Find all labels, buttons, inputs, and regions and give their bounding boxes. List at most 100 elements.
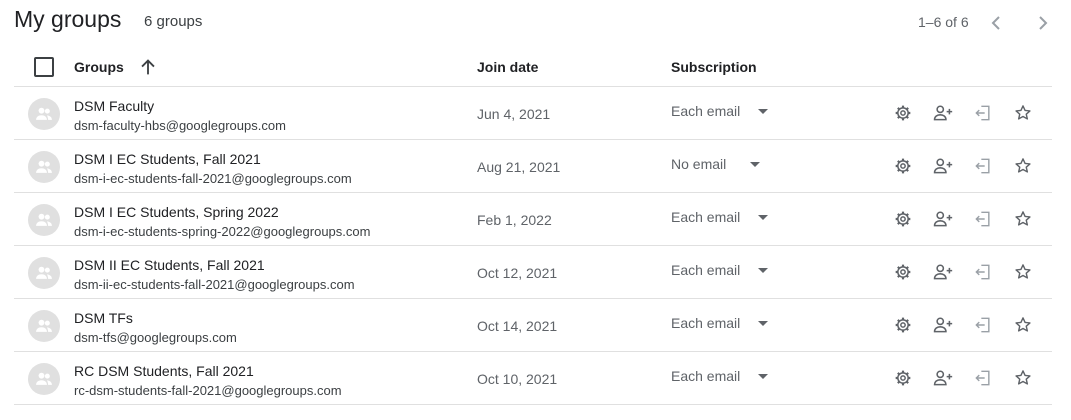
group-icon (36, 266, 52, 279)
add-members-button[interactable] (931, 207, 955, 231)
leave-group-button[interactable] (971, 366, 995, 390)
dropdown-arrow-icon (758, 267, 769, 273)
subscription-value: Each email (671, 368, 741, 384)
join-date: Jun 4, 2021 (477, 106, 551, 122)
settings-button[interactable] (891, 366, 915, 390)
star-button[interactable] (1011, 101, 1035, 125)
gear-icon (895, 370, 911, 386)
table-header: Groups Join date Subscription (14, 42, 1052, 87)
group-avatar (28, 151, 60, 183)
subscription-dropdown[interactable]: No email (671, 152, 761, 176)
select-all-checkbox[interactable] (34, 57, 54, 77)
group-name[interactable]: DSM II EC Students, Fall 2021 (74, 257, 265, 273)
join-date-column-header[interactable]: Join date (477, 59, 538, 75)
subscription-dropdown[interactable]: Each email (671, 205, 769, 229)
star-button[interactable] (1011, 154, 1035, 178)
arrow-upward-icon[interactable] (137, 56, 159, 78)
join-date: Oct 12, 2021 (477, 265, 558, 281)
group-avatar (28, 204, 60, 236)
exit-icon (975, 370, 990, 386)
table-row[interactable]: DSM II EC Students, Fall 2021 dsm-ii-ec-… (14, 246, 1052, 299)
group-avatar (28, 363, 60, 395)
group-email: dsm-faculty-hbs@googlegroups.com (74, 118, 286, 133)
groups-table: Groups Join date Subscription DSM Facult… (14, 42, 1052, 405)
table-row[interactable]: RC DSM Students, Fall 2021 rc-dsm-studen… (14, 352, 1052, 405)
add-members-button[interactable] (931, 313, 955, 337)
groups-column-header[interactable]: Groups (74, 59, 124, 75)
settings-button[interactable] (891, 154, 915, 178)
join-date: Oct 10, 2021 (477, 371, 558, 387)
table-body: DSM Faculty dsm-faculty-hbs@googlegroups… (14, 87, 1052, 405)
gear-icon (895, 158, 911, 174)
settings-button[interactable] (891, 313, 915, 337)
table-row[interactable]: DSM I EC Students, Spring 2022 dsm-i-ec-… (14, 193, 1052, 246)
gear-icon (895, 264, 911, 280)
person-add-icon (933, 264, 953, 280)
dropdown-arrow-icon (750, 161, 761, 167)
person-add-icon (933, 158, 953, 174)
leave-group-button[interactable] (971, 207, 995, 231)
group-name[interactable]: DSM I EC Students, Spring 2022 (74, 204, 279, 220)
settings-button[interactable] (891, 260, 915, 284)
leave-group-button[interactable] (971, 154, 995, 178)
star-outline-icon (1015, 370, 1031, 385)
person-add-icon (933, 105, 953, 121)
gear-icon (895, 317, 911, 333)
group-name[interactable]: RC DSM Students, Fall 2021 (74, 363, 254, 379)
group-icon (36, 372, 52, 385)
dropdown-arrow-icon (758, 373, 769, 379)
subscription-value: No email (671, 156, 727, 172)
subscription-dropdown[interactable]: Each email (671, 364, 769, 388)
star-button[interactable] (1011, 313, 1035, 337)
subscription-dropdown[interactable]: Each email (671, 311, 769, 335)
person-add-icon (933, 211, 953, 227)
pagination-label: 1–6 of 6 (918, 14, 969, 30)
group-icon (36, 107, 52, 120)
table-row[interactable]: DSM I EC Students, Fall 2021 dsm-i-ec-st… (14, 140, 1052, 193)
table-row[interactable]: DSM TFs dsm-tfs@googlegroups.com Oct 14,… (14, 299, 1052, 352)
group-avatar (28, 310, 60, 342)
dropdown-arrow-icon (758, 214, 769, 220)
exit-icon (975, 211, 990, 227)
star-button[interactable] (1011, 207, 1035, 231)
subscription-dropdown[interactable]: Each email (671, 99, 769, 123)
group-icon (36, 319, 52, 332)
star-outline-icon (1015, 264, 1031, 279)
group-name[interactable]: DSM TFs (74, 310, 133, 326)
group-name[interactable]: DSM I EC Students, Fall 2021 (74, 151, 261, 167)
gear-icon (895, 211, 911, 227)
previous-page-button[interactable] (984, 11, 1008, 35)
subscription-value: Each email (671, 209, 741, 225)
group-icon (36, 160, 52, 173)
star-button[interactable] (1011, 260, 1035, 284)
next-page-button[interactable] (1031, 11, 1055, 35)
add-members-button[interactable] (931, 101, 955, 125)
settings-button[interactable] (891, 207, 915, 231)
exit-icon (975, 105, 990, 121)
person-add-icon (933, 370, 953, 386)
add-members-button[interactable] (931, 154, 955, 178)
exit-icon (975, 264, 990, 280)
star-outline-icon (1015, 317, 1031, 332)
chevron-left-icon (991, 16, 1000, 30)
table-row[interactable]: DSM Faculty dsm-faculty-hbs@googlegroups… (14, 87, 1052, 140)
leave-group-button[interactable] (971, 101, 995, 125)
star-button[interactable] (1011, 366, 1035, 390)
person-add-icon (933, 317, 953, 333)
group-email: dsm-ii-ec-students-fall-2021@googlegroup… (74, 277, 355, 292)
subscription-value: Each email (671, 103, 741, 119)
group-avatar (28, 98, 60, 130)
add-members-button[interactable] (931, 366, 955, 390)
group-avatar (28, 257, 60, 289)
subscription-value: Each email (671, 262, 741, 278)
settings-button[interactable] (891, 101, 915, 125)
add-members-button[interactable] (931, 260, 955, 284)
subscription-dropdown[interactable]: Each email (671, 258, 769, 282)
leave-group-button[interactable] (971, 313, 995, 337)
leave-group-button[interactable] (971, 260, 995, 284)
group-email: rc-dsm-students-fall-2021@googlegroups.c… (74, 383, 342, 398)
group-name[interactable]: DSM Faculty (74, 98, 154, 114)
star-outline-icon (1015, 105, 1031, 120)
join-date: Oct 14, 2021 (477, 318, 558, 334)
join-date: Aug 21, 2021 (477, 159, 561, 175)
